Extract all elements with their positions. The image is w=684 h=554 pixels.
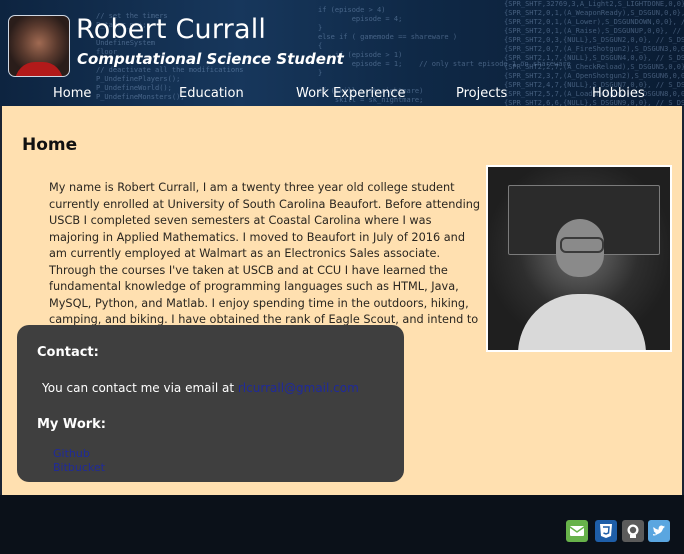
contact-email-link[interactable]: rlcurrall@gmail.com xyxy=(238,381,359,395)
main-nav: Home Education Work Experience Projects … xyxy=(0,86,684,106)
bitbucket-link[interactable]: Bitbucket xyxy=(53,461,105,474)
my-work-title: My Work: xyxy=(37,417,106,432)
avatar-shirt xyxy=(15,62,63,76)
nav-home[interactable]: Home xyxy=(53,86,91,101)
nav-hobbies[interactable]: Hobbies xyxy=(592,86,645,101)
profile-photo xyxy=(486,165,672,352)
page-title: Home xyxy=(22,135,78,156)
contact-text: You can contact me via email at rlcurral… xyxy=(42,381,359,395)
nav-education[interactable]: Education xyxy=(179,86,244,101)
photo-shirt xyxy=(518,294,646,350)
main-content: Home My name is Robert Currall, I am a t… xyxy=(0,106,684,495)
avatar xyxy=(8,15,70,77)
contact-panel: Contact: You can contact me via email at… xyxy=(17,325,404,482)
email-icon[interactable] xyxy=(566,520,588,542)
photo-glasses xyxy=(560,237,604,253)
github-link[interactable]: Github xyxy=(53,447,90,460)
github-icon[interactable] xyxy=(622,520,644,542)
nav-work-experience[interactable]: Work Experience xyxy=(296,86,406,101)
twitter-icon[interactable] xyxy=(648,520,670,542)
site-header: // set the timers P_tauer_p++; UndefineS… xyxy=(0,0,684,106)
contact-title: Contact: xyxy=(37,345,99,360)
site-subtitle: Computational Science Student xyxy=(77,50,344,68)
contact-message: You can contact me via email at xyxy=(42,381,238,395)
intro-paragraph: My name is Robert Currall, I am a twenty… xyxy=(49,181,481,343)
site-title: Robert Currall xyxy=(76,14,267,45)
nav-projects[interactable]: Projects xyxy=(456,86,507,101)
css3-icon[interactable] xyxy=(595,520,617,542)
